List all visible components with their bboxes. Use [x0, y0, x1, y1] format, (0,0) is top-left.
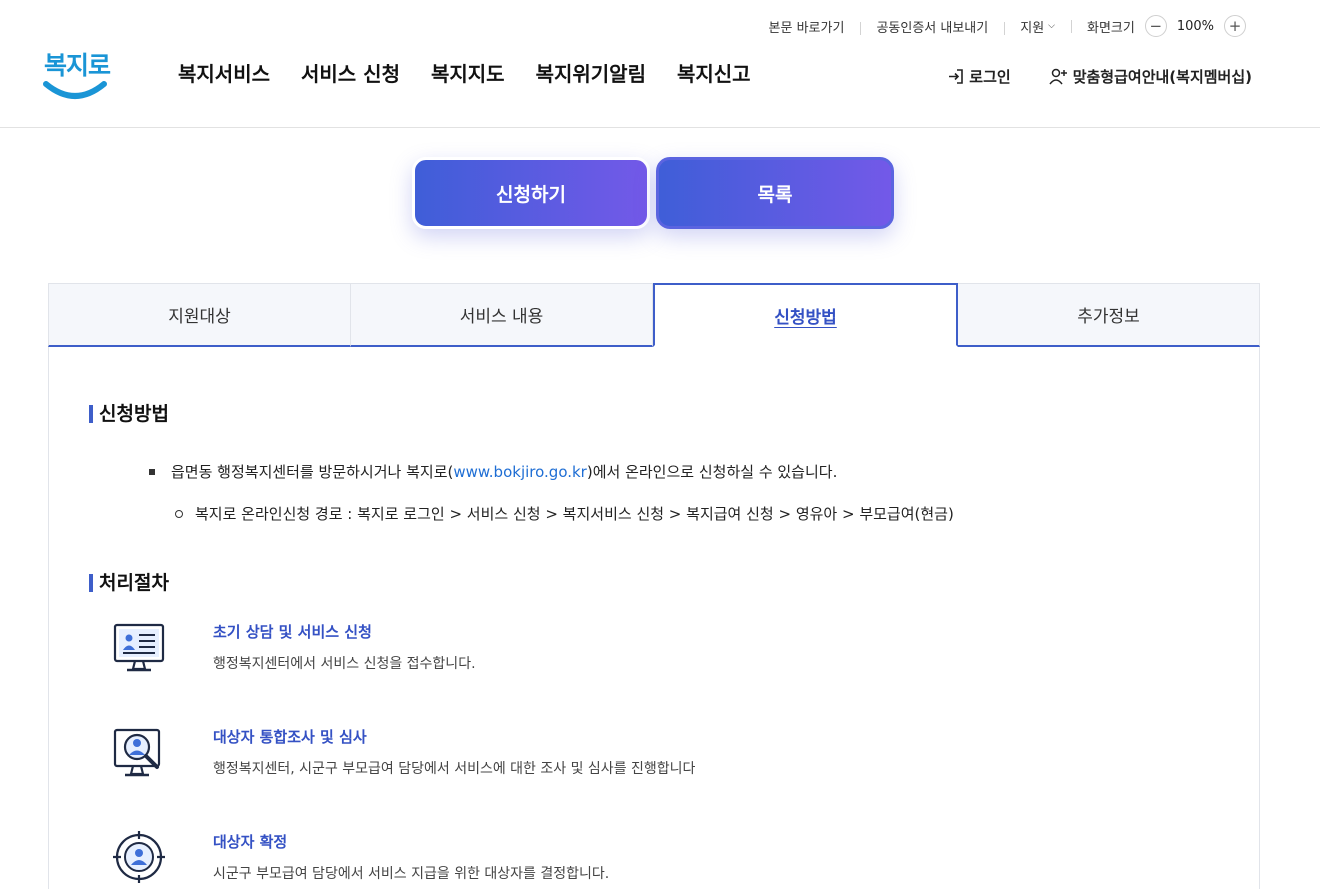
tab-service-content[interactable]: 서비스 내용 — [351, 283, 653, 347]
tab-panel: 신청방법 읍면동 행정복지센터를 방문하시거나 복지로(www.bokjiro.… — [48, 347, 1260, 889]
site-header: 본문 바로가기 공동인증서 내보내기 지원 ⌵ 화면크기 − 100% + 복지로… — [0, 0, 1320, 128]
step-title: 초기 상담 및 서비스 신청 — [213, 623, 372, 641]
process-step: 대상자 통합조사 및 심사 행정복지센터, 시군구 부모급여 담당에서 서비스에… — [111, 724, 911, 784]
process-step: 초기 상담 및 서비스 신청 행정복지센터에서 서비스 신청을 접수합니다. — [111, 619, 911, 679]
cert-export-link[interactable]: 공동인증서 내보내기 — [860, 17, 1004, 36]
step-title: 대상자 통합조사 및 심사 — [213, 728, 367, 746]
zoom-out-button[interactable]: − — [1144, 15, 1167, 37]
process-step: 대상자 확정 시군구 부모급여 담당에서 서비스 지급을 위한 대상자를 결정합… — [111, 829, 911, 889]
main-navigation: 복지서비스 서비스 신청 복지지도 복지위기알림 복지신고 — [178, 58, 782, 87]
membership-link[interactable]: 맞춤형급여안내(복지멤버십) — [1049, 66, 1252, 87]
list-item: 복지로 온라인신청 경로 : 복지로 로그인 > 서비스 신청 > 복지서비스 … — [175, 503, 954, 524]
target-user-icon — [113, 831, 165, 883]
zoom-control: 화면크기 − 100% + — [1070, 15, 1262, 37]
zoom-value: 100% — [1176, 18, 1214, 34]
monitor-document-icon — [113, 623, 165, 672]
skip-to-content-link[interactable]: 본문 바로가기 — [753, 17, 861, 36]
step-title: 대상자 확정 — [213, 833, 288, 851]
section-title-process: 처리절차 — [89, 572, 169, 594]
logo-smile-icon — [43, 81, 107, 99]
support-dropdown[interactable]: 지원 ⌵ — [1004, 17, 1071, 36]
header-account-links: 로그인 맞춤형급여안내(복지멤버십) — [947, 66, 1252, 87]
list-button[interactable]: 목록 — [656, 157, 894, 229]
tab-application-method[interactable]: 신청방법 — [653, 283, 958, 347]
site-logo[interactable]: 복지로 — [42, 46, 111, 100]
circle-bullet-icon — [175, 509, 183, 518]
info-tabs: 지원대상 서비스 내용 신청방법 추가정보 — [48, 283, 1260, 347]
step-description: 행정복지센터에서 서비스 신청을 접수합니다. — [213, 656, 476, 672]
tab-additional-info[interactable]: 추가정보 — [958, 283, 1260, 347]
login-link[interactable]: 로그인 — [947, 66, 1011, 87]
nav-crisis-alert[interactable]: 복지위기알림 — [536, 58, 646, 87]
user-plus-icon — [1049, 68, 1067, 85]
step-description: 시군구 부모급여 담당에서 서비스 지급을 위한 대상자를 결정합니다. — [213, 866, 610, 882]
monitor-search-icon — [113, 728, 161, 777]
nav-service-apply[interactable]: 서비스 신청 — [301, 58, 400, 87]
bokjiro-link[interactable]: www.bokjiro.go.kr — [453, 463, 587, 481]
method-bullets: 읍면동 행정복지센터를 방문하시거나 복지로(www.bokjiro.go.kr… — [149, 461, 954, 524]
chevron-down-icon: ⌵ — [1048, 21, 1055, 31]
nav-welfare-report[interactable]: 복지신고 — [677, 58, 751, 87]
nav-welfare-map[interactable]: 복지지도 — [431, 58, 505, 87]
zoom-in-button[interactable]: + — [1224, 15, 1246, 37]
tab-eligibility[interactable]: 지원대상 — [48, 283, 351, 347]
nav-welfare-services[interactable]: 복지서비스 — [178, 58, 270, 87]
list-item: 읍면동 행정복지센터를 방문하시거나 복지로(www.bokjiro.go.kr… — [149, 461, 954, 482]
action-buttons: 신청하기 목록 — [412, 157, 894, 229]
login-icon — [949, 69, 964, 84]
square-bullet-icon — [149, 468, 155, 475]
apply-button[interactable]: 신청하기 — [412, 157, 650, 229]
section-title-method: 신청방법 — [89, 403, 169, 425]
utility-bar: 본문 바로가기 공동인증서 내보내기 지원 ⌵ 화면크기 − 100% + — [753, 14, 1262, 38]
step-description: 행정복지센터, 시군구 부모급여 담당에서 서비스에 대한 조사 및 심사를 진… — [213, 761, 696, 777]
